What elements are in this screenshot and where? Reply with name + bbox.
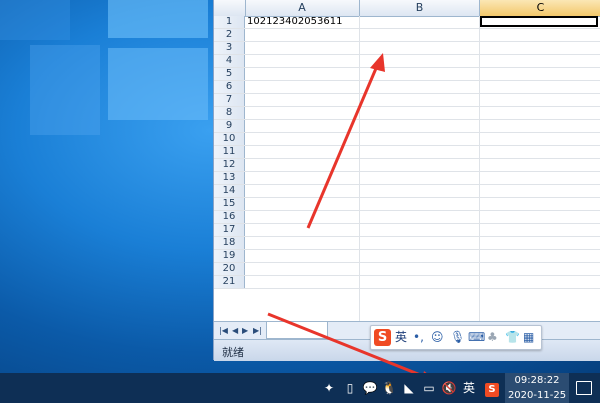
microphone-icon[interactable]: 🎙 xyxy=(450,329,465,346)
sogou-ime-toolbar: S 英 •, ☺ 🎙 ⌨ ♣ 👕 ▦ xyxy=(370,325,542,350)
table-row: 8 xyxy=(214,107,600,120)
row-header[interactable]: 4 xyxy=(214,55,245,67)
row-header[interactable]: 16 xyxy=(214,211,245,223)
skin-icon[interactable]: ♣ xyxy=(487,329,498,346)
table-row: 20 xyxy=(214,263,600,276)
row-header[interactable]: 6 xyxy=(214,81,245,93)
wechat-icon[interactable]: 💬 xyxy=(362,373,378,403)
row-header[interactable]: 9 xyxy=(214,120,245,132)
qq-icon[interactable]: 🐧 xyxy=(381,373,397,403)
table-row: 15 xyxy=(214,198,600,211)
prev-sheet-icon[interactable]: ◀ xyxy=(232,326,238,335)
wallpaper-pane xyxy=(108,48,208,120)
system-clock[interactable]: 09:28:22 2020-11-25 xyxy=(505,373,569,403)
table-row: 18 xyxy=(214,237,600,250)
row-header[interactable]: 20 xyxy=(214,263,245,275)
table-row: 12 xyxy=(214,159,600,172)
row-header[interactable]: 17 xyxy=(214,224,245,236)
ime-mode-label[interactable]: 英 xyxy=(395,329,407,346)
table-row: 19 xyxy=(214,250,600,263)
row-header[interactable]: 8 xyxy=(214,107,245,119)
display-icon[interactable]: ▭ xyxy=(421,373,437,403)
next-sheet-icon[interactable]: ▶ xyxy=(242,326,248,335)
clock-time: 09:28:22 xyxy=(514,375,560,386)
table-row: 17 xyxy=(214,224,600,237)
rows-container: 1 102123402053611 2 3 4 5 6 7 8 9 10 11 12 13 14 15 16 17… xyxy=(214,16,600,289)
row-header[interactable]: 19 xyxy=(214,250,245,262)
table-row: 9 xyxy=(214,120,600,133)
cell-a1[interactable]: 102123402053611 xyxy=(247,16,359,28)
table-row: 2 xyxy=(214,29,600,42)
row-header[interactable]: 14 xyxy=(214,185,245,197)
notification-center-icon[interactable] xyxy=(576,381,592,395)
table-row: 11 xyxy=(214,146,600,159)
table-row: 16 xyxy=(214,211,600,224)
sogou-tray-icon[interactable]: S xyxy=(484,373,500,403)
table-row: 14 xyxy=(214,185,600,198)
sheet-tab[interactable] xyxy=(266,322,328,339)
clock-date: 2020-11-25 xyxy=(507,390,567,401)
column-header-bar: A B C xyxy=(214,0,600,17)
first-sheet-icon[interactable]: |◀ xyxy=(219,326,228,335)
sogou-tray-glyph: S xyxy=(485,383,499,397)
table-row: 7 xyxy=(214,94,600,107)
input-language-indicator[interactable]: 英 xyxy=(461,373,477,403)
table-row: 3 xyxy=(214,42,600,55)
network-icon[interactable]: ◣ xyxy=(401,373,417,403)
row-header[interactable]: 2 xyxy=(214,29,245,41)
row-header[interactable]: 1 xyxy=(214,16,245,28)
sogou-logo-icon[interactable]: S xyxy=(374,329,391,346)
select-all-corner[interactable] xyxy=(214,0,246,16)
last-sheet-icon[interactable]: ▶| xyxy=(253,326,262,335)
table-row: 6 xyxy=(214,81,600,94)
wallpaper-pane xyxy=(0,0,70,40)
excel-window: A B C 1 102123402053611 2 3 4 5 6 7 8 9 10 11 12 13 14… xyxy=(213,0,600,361)
row-header[interactable]: 18 xyxy=(214,237,245,249)
active-cell-c1[interactable] xyxy=(480,16,598,27)
column-header-b[interactable]: B xyxy=(360,0,480,16)
table-row: 13 xyxy=(214,172,600,185)
row-header[interactable]: 5 xyxy=(214,68,245,80)
wallpaper-pane xyxy=(30,45,100,135)
row-header[interactable]: 7 xyxy=(214,94,245,106)
bluetooth-icon[interactable]: ✦ xyxy=(322,373,336,403)
keyboard-icon[interactable]: ⌨ xyxy=(468,329,485,346)
menu-grid-icon[interactable]: ▦ xyxy=(523,329,534,346)
row-header[interactable]: 12 xyxy=(214,159,245,171)
shirt-icon[interactable]: 👕 xyxy=(505,329,520,346)
row-header[interactable]: 15 xyxy=(214,198,245,210)
row-header[interactable]: 10 xyxy=(214,133,245,145)
punctuation-icon[interactable]: •, xyxy=(413,329,424,346)
status-text: 就绪 xyxy=(222,346,244,359)
emoji-icon[interactable]: ☺ xyxy=(431,329,444,346)
table-row: 10 xyxy=(214,133,600,146)
row-header[interactable]: 11 xyxy=(214,146,245,158)
row-header[interactable]: 13 xyxy=(214,172,245,184)
column-header-c[interactable]: C xyxy=(480,0,600,16)
usb-icon[interactable]: ▯ xyxy=(343,373,357,403)
column-header-a[interactable]: A xyxy=(245,0,360,16)
volume-muted-icon[interactable]: 🔇 xyxy=(441,373,457,403)
table-row: 21 xyxy=(214,276,600,289)
row-header[interactable]: 21 xyxy=(214,276,245,288)
row-header[interactable]: 3 xyxy=(214,42,245,54)
taskbar: ✦ ▯ 💬 🐧 ◣ ▭ 🔇 英 S 09:28:22 2020-11-25 xyxy=(0,373,600,403)
wallpaper-pane xyxy=(108,0,208,38)
table-row: 4 xyxy=(214,55,600,68)
table-row: 5 xyxy=(214,68,600,81)
